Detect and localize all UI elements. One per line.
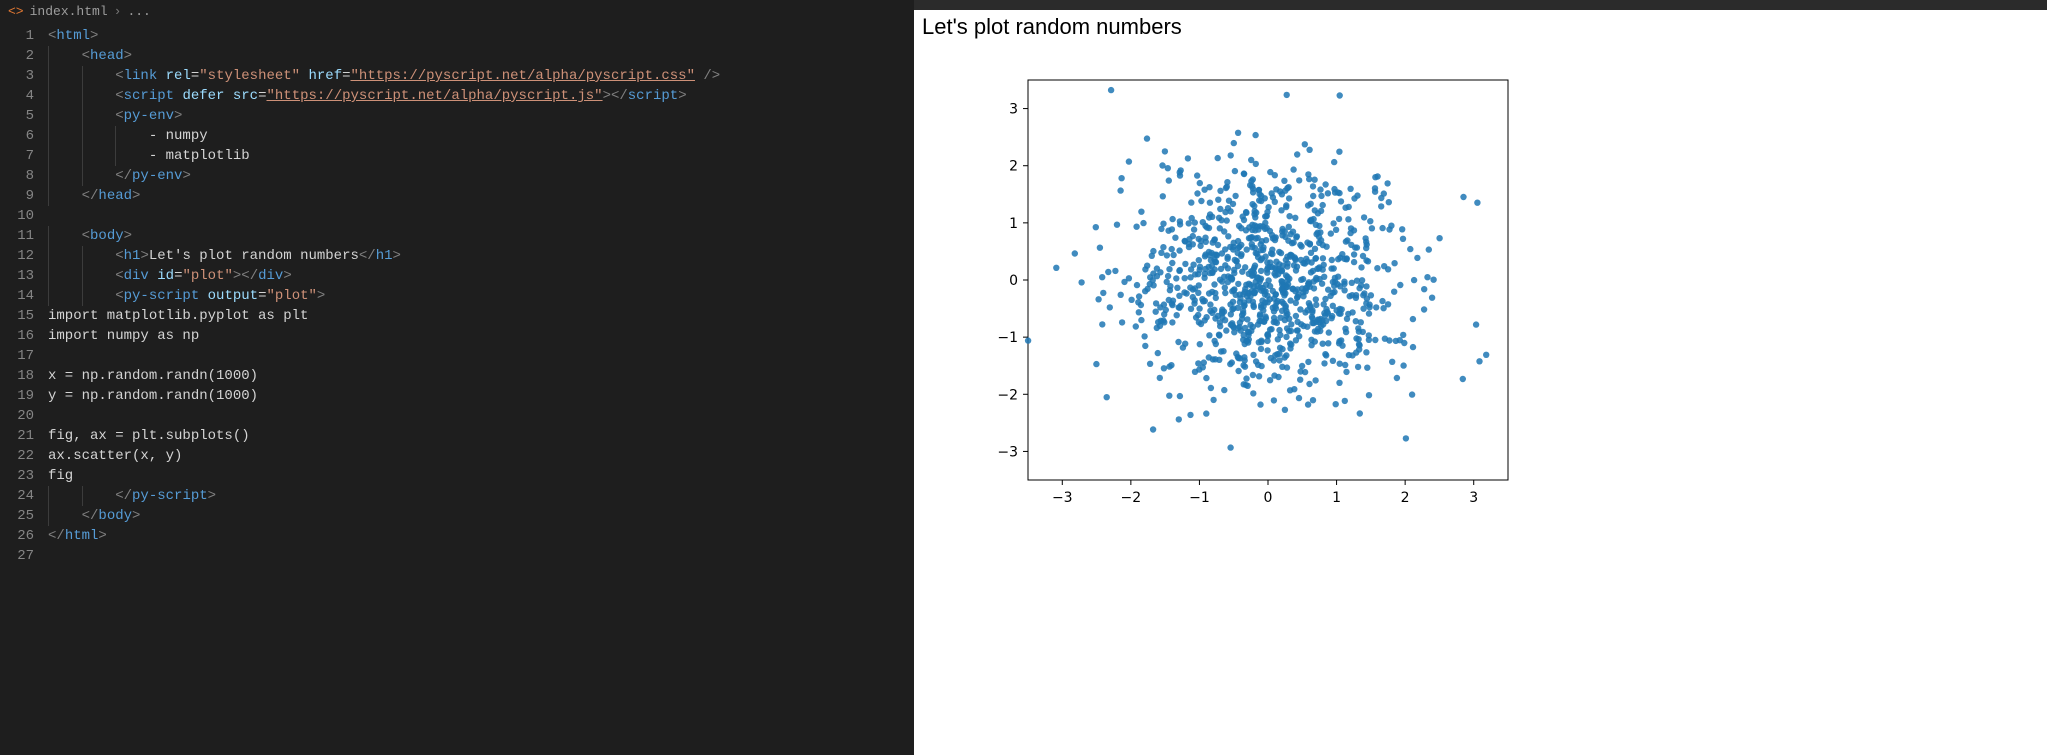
code-line[interactable]: </body> [48, 506, 914, 526]
line-number: 11 [0, 226, 48, 246]
code-line[interactable]: - matplotlib [48, 146, 914, 166]
line-number: 2 [0, 46, 48, 66]
code-line[interactable]: <link rel="stylesheet" href="https://pys… [48, 66, 914, 86]
line-number: 12 [0, 246, 48, 266]
chevron-right-icon: › [114, 4, 122, 19]
y-tick-label: −2 [997, 387, 1018, 403]
y-tick-label: 1 [1009, 216, 1018, 232]
y-tick-label: 2 [1009, 159, 1018, 175]
html-file-icon: <> [8, 4, 24, 19]
x-tick-label: 1 [1332, 490, 1341, 506]
y-tick-label: 0 [1009, 273, 1018, 289]
code-line[interactable]: </head> [48, 186, 914, 206]
y-tick-label: −1 [997, 330, 1018, 346]
code-line[interactable] [48, 206, 914, 226]
x-tick-label: 0 [1264, 490, 1273, 506]
x-tick-label: −1 [1189, 490, 1210, 506]
line-number: 10 [0, 206, 48, 226]
code-line[interactable]: <div id="plot"></div> [48, 266, 914, 286]
line-number: 15 [0, 306, 48, 326]
line-number: 14 [0, 286, 48, 306]
line-number: 7 [0, 146, 48, 166]
code-line[interactable]: ax.scatter(x, y) [48, 446, 914, 466]
breadcrumb-filename[interactable]: index.html [30, 4, 108, 19]
line-number-gutter: 1234567891011121314151617181920212223242… [0, 22, 48, 755]
scatter-plot: −3 −2 −1 0 1 2 3 −3 −2 −1 0 1 2 3 [958, 60, 1538, 520]
code-line[interactable]: </py-env> [48, 166, 914, 186]
browser-output-pane: Let's plot random numbers −3−2−10123 −3−… [914, 0, 2047, 755]
code-line[interactable]: <body> [48, 226, 914, 246]
plot-container: −3 −2 −1 0 1 2 3 −3 −2 −1 0 1 2 3 [958, 60, 1538, 520]
code-editor-pane: <> index.html › ... 12345678910111213141… [0, 0, 914, 755]
code-line[interactable]: fig, ax = plt.subplots() [48, 426, 914, 446]
x-axis-ticks: −3 −2 −1 0 1 2 3 [1052, 480, 1478, 506]
code-line[interactable]: <head> [48, 46, 914, 66]
line-number: 17 [0, 346, 48, 366]
line-number: 5 [0, 106, 48, 126]
code-area[interactable]: 1234567891011121314151617181920212223242… [0, 22, 914, 755]
line-number: 27 [0, 546, 48, 566]
line-number: 6 [0, 126, 48, 146]
x-tick-label: 2 [1401, 490, 1410, 506]
code-line[interactable]: <html> [48, 26, 914, 46]
line-number: 25 [0, 506, 48, 526]
line-number: 4 [0, 86, 48, 106]
code-line[interactable] [48, 546, 914, 566]
line-number: 3 [0, 66, 48, 86]
code-line[interactable]: </py-script> [48, 486, 914, 506]
breadcrumb-rest[interactable]: ... [127, 4, 150, 19]
y-tick-label: −3 [997, 444, 1018, 460]
code-line[interactable]: import matplotlib.pyplot as plt [48, 306, 914, 326]
code-line[interactable]: <py-script output="plot"> [48, 286, 914, 306]
code-body[interactable]: <html> <head> <link rel="stylesheet" hre… [48, 22, 914, 755]
code-line[interactable]: </html> [48, 526, 914, 546]
line-number: 13 [0, 266, 48, 286]
x-tick-label: −3 [1052, 490, 1073, 506]
line-number: 9 [0, 186, 48, 206]
code-line[interactable]: fig [48, 466, 914, 486]
line-number: 1 [0, 26, 48, 46]
line-number: 8 [0, 166, 48, 186]
line-number: 16 [0, 326, 48, 346]
browser-topbar [914, 0, 2047, 10]
line-number: 26 [0, 526, 48, 546]
code-line[interactable]: <script defer src="https://pyscript.net/… [48, 86, 914, 106]
line-number: 22 [0, 446, 48, 466]
code-line[interactable] [48, 346, 914, 366]
x-tick-label: −2 [1121, 490, 1142, 506]
code-line[interactable]: x = np.random.randn(1000) [48, 366, 914, 386]
page-heading: Let's plot random numbers [922, 14, 2047, 40]
line-number: 21 [0, 426, 48, 446]
line-number: 19 [0, 386, 48, 406]
scatter-points [1025, 87, 1490, 451]
y-tick-label: 3 [1009, 102, 1018, 118]
line-number: 18 [0, 366, 48, 386]
code-line[interactable]: <h1>Let's plot random numbers</h1> [48, 246, 914, 266]
line-number: 20 [0, 406, 48, 426]
breadcrumb[interactable]: <> index.html › ... [0, 0, 914, 22]
code-line[interactable] [48, 406, 914, 426]
x-tick-label: 3 [1469, 490, 1478, 506]
rendered-page: Let's plot random numbers −3−2−10123 −3−… [914, 10, 2047, 755]
code-line[interactable]: y = np.random.randn(1000) [48, 386, 914, 406]
y-axis-ticks: −3 −2 −1 0 1 2 3 [997, 102, 1028, 461]
line-number: 23 [0, 466, 48, 486]
code-line[interactable]: import numpy as np [48, 326, 914, 346]
code-line[interactable]: - numpy [48, 126, 914, 146]
line-number: 24 [0, 486, 48, 506]
code-line[interactable]: <py-env> [48, 106, 914, 126]
